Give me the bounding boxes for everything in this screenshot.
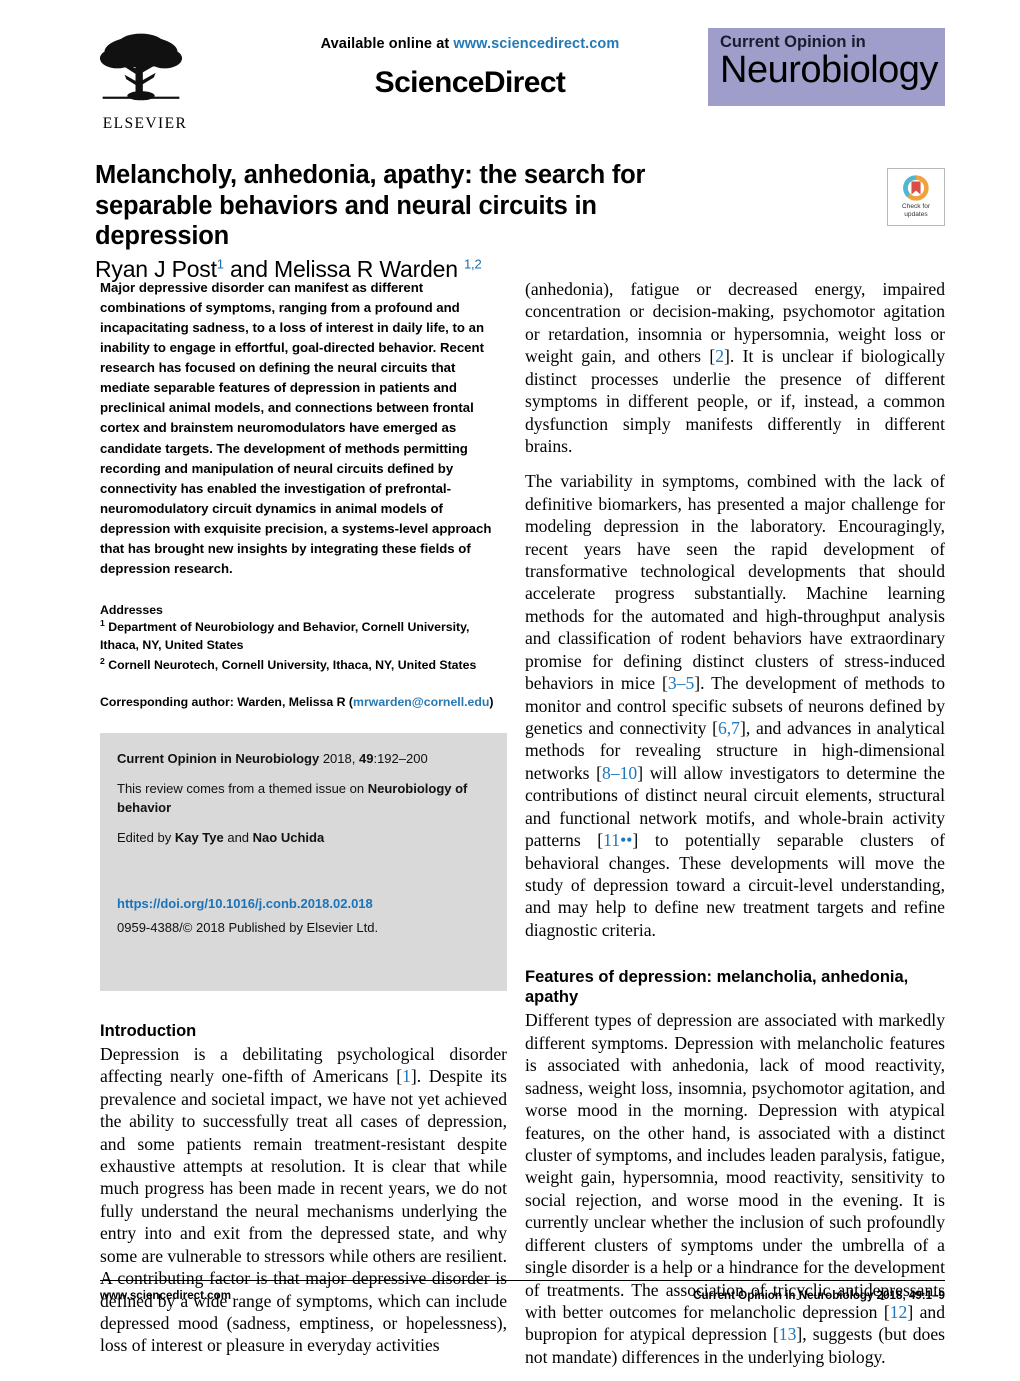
journal-citation-pages: :192–200 <box>373 751 428 767</box>
citation-12[interactable]: 12 <box>890 1302 908 1322</box>
section-heading-features: Features of depression: melancholia, anh… <box>525 968 909 1007</box>
available-online-prefix: Available online at <box>320 36 454 52</box>
page-footer: www.sciencedirect.com Current Opinion in… <box>100 1280 945 1302</box>
themed-issue-prefix: This review comes from a themed issue on <box>117 781 368 797</box>
sciencedirect-wordmark: ScienceDirect <box>374 66 566 99</box>
available-online-line: Available online at www.sciencedirect.co… <box>255 36 685 52</box>
elsevier-logo: ELSEVIER <box>95 30 195 133</box>
footer-website[interactable]: www.sciencedirect.com <box>100 1289 231 1302</box>
issn-copyright-line: 0959-4388/© 2018 Published by Elsevier L… <box>117 919 379 935</box>
elsevier-tree-icon <box>99 33 183 101</box>
journal-citation-name: Current Opinion in Neurobiology <box>117 751 320 767</box>
intro-p1-text-b: ]. Despite its prevalence and societal i… <box>100 1066 508 1356</box>
section-heading-introduction: Introduction <box>100 1021 197 1040</box>
citation-1[interactable]: 1 <box>402 1066 411 1086</box>
affiliation-2: 2 Cornell Neurotech, Cornell University,… <box>100 655 507 675</box>
footer-citation: Current Opinion in Neurobiology 2018, 49… <box>693 1289 945 1302</box>
journal-citation: Current Opinion in Neurobiology 2018, 49… <box>117 750 489 769</box>
author-2-affiliation-marker: 1,2 <box>464 256 482 272</box>
journal-citation-year: 2018, <box>319 751 359 767</box>
affiliation-2-text: Cornell Neurotech, Cornell University, I… <box>104 657 477 672</box>
doi-link[interactable]: https://doi.org/10.1016/j.conb.2018.02.0… <box>117 896 489 911</box>
affiliation-1: 1 Department of Neurobiology and Behavio… <box>100 617 507 655</box>
right-p2-text-a: The variability in symptoms, combined wi… <box>525 471 945 694</box>
sciencedirect-block: Available online at www.sciencedirect.co… <box>255 36 685 100</box>
crossmark-label: Check for updates <box>902 203 930 218</box>
right-paragraph-2: The variability in symptoms, combined wi… <box>525 470 945 941</box>
editors-line: Edited by Kay Tye and Nao Uchida <box>117 829 489 848</box>
article-page: ELSEVIER Available online at www.science… <box>0 28 1020 1367</box>
page-title: Melancholy, anhedonia, apathy: the searc… <box>95 161 646 251</box>
author-1-affiliation-marker: 1 <box>216 256 224 272</box>
right-paragraph-3: Different types of depression are associ… <box>525 1009 945 1368</box>
sciencedirect-url[interactable]: www.sciencedirect.com <box>453 36 619 52</box>
addresses-heading: Addresses <box>100 602 163 617</box>
crossmark-line2: updates <box>904 211 928 218</box>
elsevier-wordmark: ELSEVIER <box>102 115 188 132</box>
citation-2[interactable]: 2 <box>715 346 724 366</box>
citation-8-10[interactable]: 8–10 <box>602 763 637 783</box>
citation-11[interactable]: 11•• <box>603 830 632 850</box>
right-paragraph-1: (anhedonia), fatigue or decreased energy… <box>525 278 945 457</box>
corresponding-author: Corresponding author: Warden, Melissa R … <box>100 694 507 712</box>
affiliation-1-text: Department of Neurobiology and Behavior,… <box>100 620 470 652</box>
crossmark-badge[interactable]: Check for updates <box>887 168 945 226</box>
abstract-text: Major depressive disorder can manifest a… <box>100 280 492 576</box>
corresponding-author-email[interactable]: mrwarden@cornell.edu <box>353 695 489 709</box>
crossmark-line1: Check for <box>901 203 931 211</box>
journal-logo-line2: Neurobiology <box>720 49 938 92</box>
masthead: ELSEVIER Available online at www.science… <box>95 28 945 148</box>
crossmark-icon <box>903 175 929 202</box>
intro-paragraph-1: Depression is a debilitating psychologic… <box>100 1043 507 1357</box>
editor-1: Kay Tye <box>174 829 224 845</box>
citation-13[interactable]: 13 <box>779 1324 797 1344</box>
citation-3-5[interactable]: 3–5 <box>668 673 694 693</box>
journal-info-box: Current Opinion in Neurobiology 2018, 49… <box>100 733 507 991</box>
corresponding-author-suffix: ) <box>489 694 494 709</box>
journal-logo-badge: Current Opinion in Neurobiology <box>708 28 945 106</box>
citation-6-7[interactable]: 6,7 <box>718 718 740 738</box>
editors-joiner: and <box>223 829 253 845</box>
title-area: Melancholy, anhedonia, apathy: the searc… <box>95 160 945 283</box>
editor-2: Nao Uchida <box>252 829 325 845</box>
edited-by-prefix: Edited by <box>117 829 175 845</box>
left-column: Major depressive disorder can manifest a… <box>100 278 507 1370</box>
journal-citation-volume: 49 <box>358 751 374 767</box>
corresponding-author-prefix: Corresponding author: Warden, Melissa R … <box>100 694 354 709</box>
right-column: (anhedonia), fatigue or decreased energy… <box>525 278 945 1381</box>
themed-issue-line: This review comes from a themed issue on… <box>117 780 489 818</box>
right-p3-text-a: Different types of depression are associ… <box>525 1010 945 1322</box>
